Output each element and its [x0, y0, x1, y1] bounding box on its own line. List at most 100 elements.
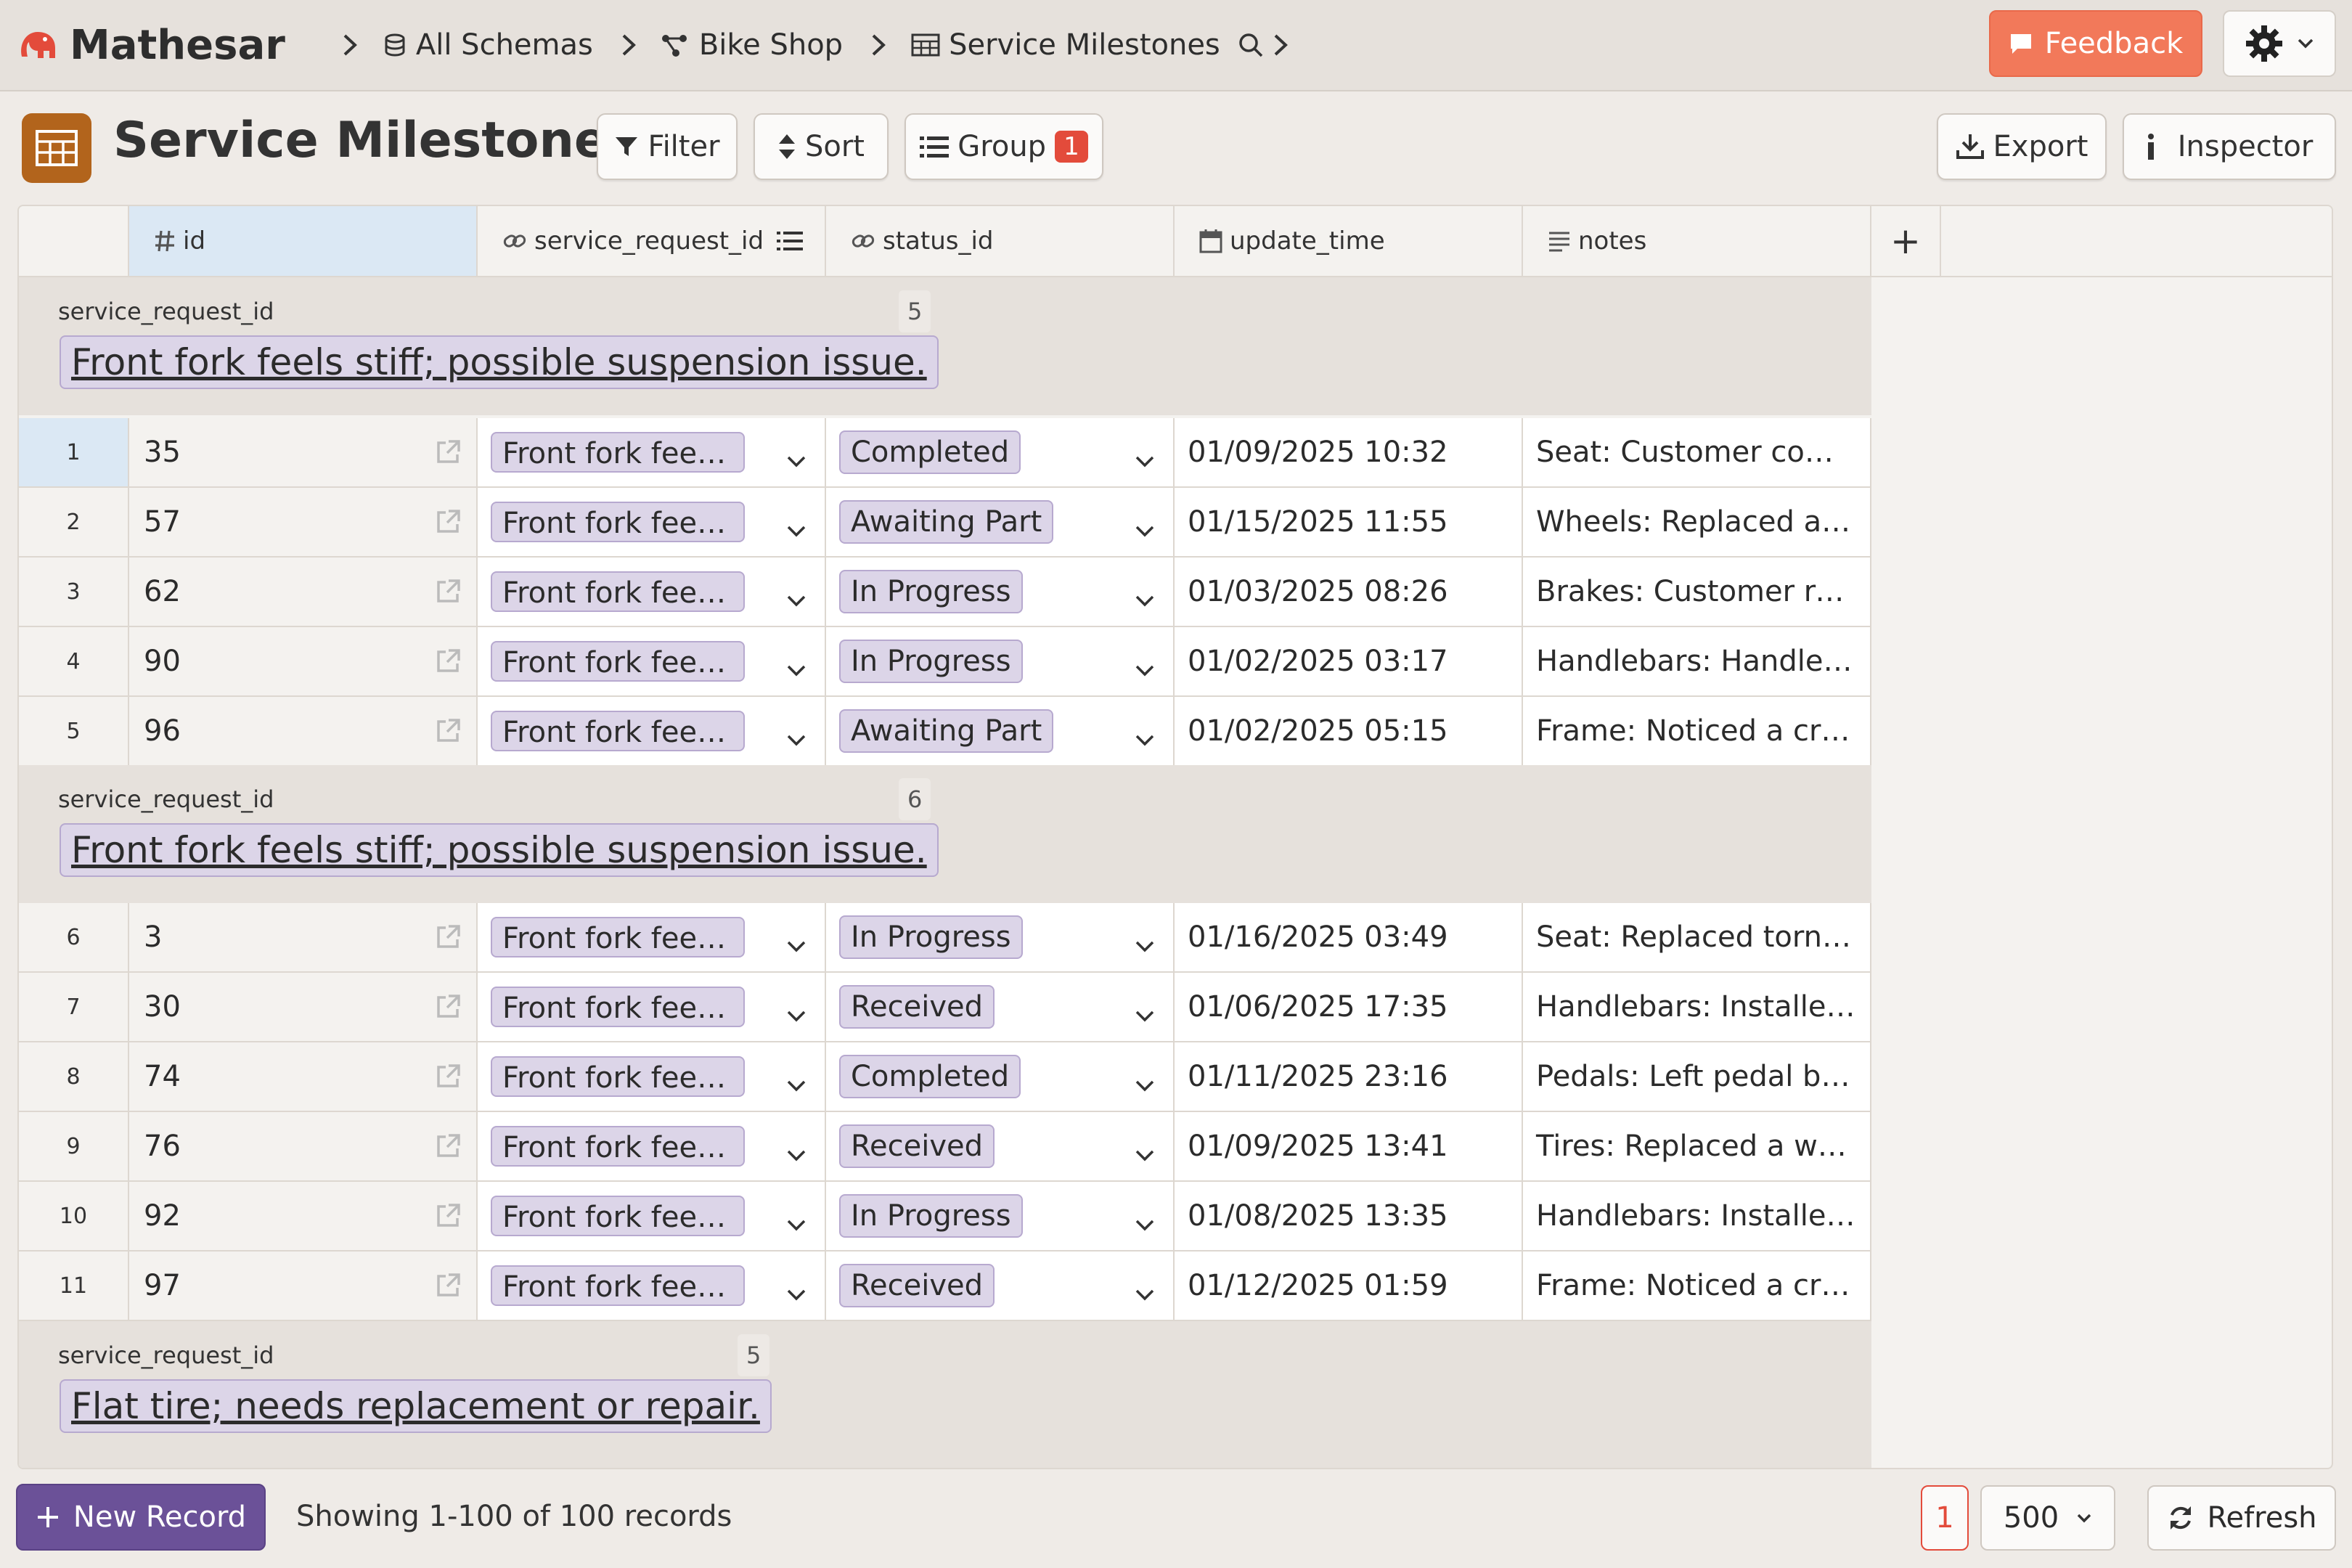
settings-button[interactable] [2223, 10, 2336, 77]
status-pill[interactable]: In Progress [839, 1194, 1023, 1238]
cell-service-request[interactable]: Front fork feels stiff; possible suspens… [478, 558, 826, 627]
group-value-link[interactable]: Front fork feels stiff; possible suspens… [60, 335, 939, 389]
cell-service-request[interactable]: Front fork feels stiff; possible suspens… [478, 1182, 826, 1251]
cell-status[interactable]: In Progress [826, 627, 1175, 697]
external-link-icon[interactable] [434, 1272, 462, 1307]
status-pill[interactable]: In Progress [839, 640, 1023, 683]
external-link-icon[interactable] [434, 1132, 462, 1167]
cell-notes[interactable]: Seat: Customer complained about seat com… [1523, 418, 1871, 488]
cell-update-time[interactable]: 01/09/2025 13:41 [1175, 1112, 1523, 1182]
external-link-icon[interactable] [434, 717, 462, 752]
external-link-icon[interactable] [434, 1202, 462, 1237]
table-row[interactable]: 5 96 Front fork feels stiff; possible susp… [19, 697, 1871, 767]
group-button[interactable]: Group 1 [905, 113, 1103, 180]
external-link-icon[interactable] [434, 1063, 462, 1098]
chevron-down-icon[interactable] [1134, 928, 1156, 961]
external-link-icon[interactable] [434, 648, 462, 682]
cell-notes[interactable]: Frame: Noticed a crack near the weld. [1523, 697, 1871, 767]
breadcrumb-schema[interactable]: Bike Shop [699, 28, 843, 62]
external-link-icon[interactable] [434, 923, 462, 958]
cell-update-time[interactable]: 01/15/2025 11:55 [1175, 488, 1523, 558]
cell-status[interactable]: In Progress [826, 1182, 1175, 1251]
service-request-pill[interactable]: Front fork feels stiff; possible suspens… [491, 711, 745, 751]
table-row[interactable]: 8 74 Front fork feels stiff; possible susp… [19, 1042, 1871, 1112]
cell-status[interactable]: In Progress [826, 903, 1175, 973]
chevron-down-icon[interactable] [785, 1067, 807, 1101]
table-row[interactable]: 4 90 Front fork feels stiff; possible susp… [19, 627, 1871, 697]
table-row[interactable]: 3 62 Front fork feels stiff; possible susp… [19, 558, 1871, 627]
cell-id[interactable]: 92 [129, 1182, 478, 1251]
cell-update-time[interactable]: 01/02/2025 05:15 [1175, 697, 1523, 767]
page-number-button[interactable]: 1 [1921, 1485, 1969, 1551]
export-button[interactable]: Export [1937, 113, 2107, 180]
cell-status[interactable]: Completed [826, 418, 1175, 488]
table-row[interactable]: 7 30 Front fork feels stiff; possible susp… [19, 973, 1871, 1042]
row-number[interactable]: 11 [19, 1251, 129, 1321]
feedback-button[interactable]: Feedback [1989, 10, 2202, 77]
cell-id[interactable]: 96 [129, 697, 478, 767]
add-column-button[interactable]: + [1871, 206, 1941, 277]
table-row[interactable]: 1 35 Front fork feels stiff; possible susp… [19, 418, 1871, 488]
cell-id[interactable]: 57 [129, 488, 478, 558]
column-header-id[interactable]: id [129, 206, 478, 277]
column-header-notes[interactable]: notes [1523, 206, 1871, 277]
cell-id[interactable]: 3 [129, 903, 478, 973]
table-row[interactable]: 10 92 Front fork feels stiff; possible sus… [19, 1182, 1871, 1251]
cell-update-time[interactable]: 01/02/2025 03:17 [1175, 627, 1523, 697]
row-number[interactable]: 6 [19, 903, 129, 973]
chevron-down-icon[interactable] [1134, 1137, 1156, 1170]
cell-status[interactable]: Received [826, 973, 1175, 1042]
chevron-down-icon[interactable] [785, 1276, 807, 1310]
breadcrumb-schemas[interactable]: All Schemas [416, 28, 593, 62]
row-number[interactable]: 2 [19, 488, 129, 558]
cell-id[interactable]: 30 [129, 973, 478, 1042]
sort-button[interactable]: Sort [754, 113, 889, 180]
cell-notes[interactable]: Tires: Replaced a worn tire. [1523, 1112, 1871, 1182]
status-pill[interactable]: Completed [839, 430, 1021, 474]
cell-service-request[interactable]: Front fork feels stiff; possible suspens… [478, 627, 826, 697]
service-request-pill[interactable]: Front fork feels stiff; possible suspens… [491, 641, 745, 682]
chevron-down-icon[interactable] [785, 1137, 807, 1170]
cell-update-time[interactable]: 01/03/2025 08:26 [1175, 558, 1523, 627]
cell-service-request[interactable]: Front fork feels stiff; possible suspens… [478, 418, 826, 488]
cell-notes[interactable]: Frame: Noticed a crack near the weld. [1523, 1251, 1871, 1321]
chevron-down-icon[interactable] [1134, 652, 1156, 685]
breadcrumb-table[interactable]: Service Milestones [949, 28, 1220, 62]
service-request-pill[interactable]: Front fork feels stiff; possible suspens… [491, 1126, 745, 1167]
table-row[interactable]: 11 97 Front fork feels stiff; possible sus… [19, 1251, 1871, 1321]
cell-service-request[interactable]: Front fork feels stiff; possible suspens… [478, 973, 826, 1042]
cell-id[interactable]: 90 [129, 627, 478, 697]
row-number[interactable]: 10 [19, 1182, 129, 1251]
chevron-down-icon[interactable] [785, 997, 807, 1031]
status-pill[interactable]: In Progress [839, 915, 1023, 959]
refresh-button[interactable]: Refresh [2147, 1485, 2336, 1551]
cell-notes[interactable]: Handlebars: Handlebar tape worn out. [1523, 627, 1871, 697]
new-record-button[interactable]: New Record [16, 1484, 266, 1551]
chevron-down-icon[interactable] [785, 652, 807, 685]
status-pill[interactable]: Awaiting Part [839, 709, 1054, 753]
chevron-down-icon[interactable] [785, 443, 807, 476]
service-request-pill[interactable]: Front fork feels stiff; possible suspens… [491, 502, 745, 542]
chevron-down-icon[interactable] [785, 513, 807, 546]
cell-id[interactable]: 62 [129, 558, 478, 627]
cell-update-time[interactable]: 01/12/2025 01:59 [1175, 1251, 1523, 1321]
service-request-pill[interactable]: Front fork feels stiff; possible suspens… [491, 1056, 745, 1097]
chevron-down-icon[interactable] [1134, 443, 1156, 476]
status-pill[interactable]: In Progress [839, 570, 1023, 613]
row-number[interactable]: 4 [19, 627, 129, 697]
service-request-pill[interactable]: Front fork feels stiff; possible suspens… [491, 1265, 745, 1306]
cell-update-time[interactable]: 01/16/2025 03:49 [1175, 903, 1523, 973]
service-request-pill[interactable]: Front fork feels stiff; possible suspens… [491, 917, 745, 957]
cell-notes[interactable]: Brakes: Customer reported squeaking. [1523, 558, 1871, 627]
external-link-icon[interactable] [434, 438, 462, 473]
cell-service-request[interactable]: Front fork feels stiff; possible suspens… [478, 1251, 826, 1321]
cell-update-time[interactable]: 01/06/2025 17:35 [1175, 973, 1523, 1042]
cell-update-time[interactable]: 01/08/2025 13:35 [1175, 1182, 1523, 1251]
cell-notes[interactable]: Handlebars: Installed new grips. [1523, 1182, 1871, 1251]
cell-update-time[interactable]: 01/11/2025 23:16 [1175, 1042, 1523, 1112]
service-request-pill[interactable]: Front fork feels stiff; possible suspens… [491, 1196, 745, 1236]
cell-service-request[interactable]: Front fork feels stiff; possible suspens… [478, 697, 826, 767]
cell-notes[interactable]: Handlebars: Installed new grips. [1523, 973, 1871, 1042]
row-number[interactable]: 5 [19, 697, 129, 767]
row-number[interactable]: 7 [19, 973, 129, 1042]
